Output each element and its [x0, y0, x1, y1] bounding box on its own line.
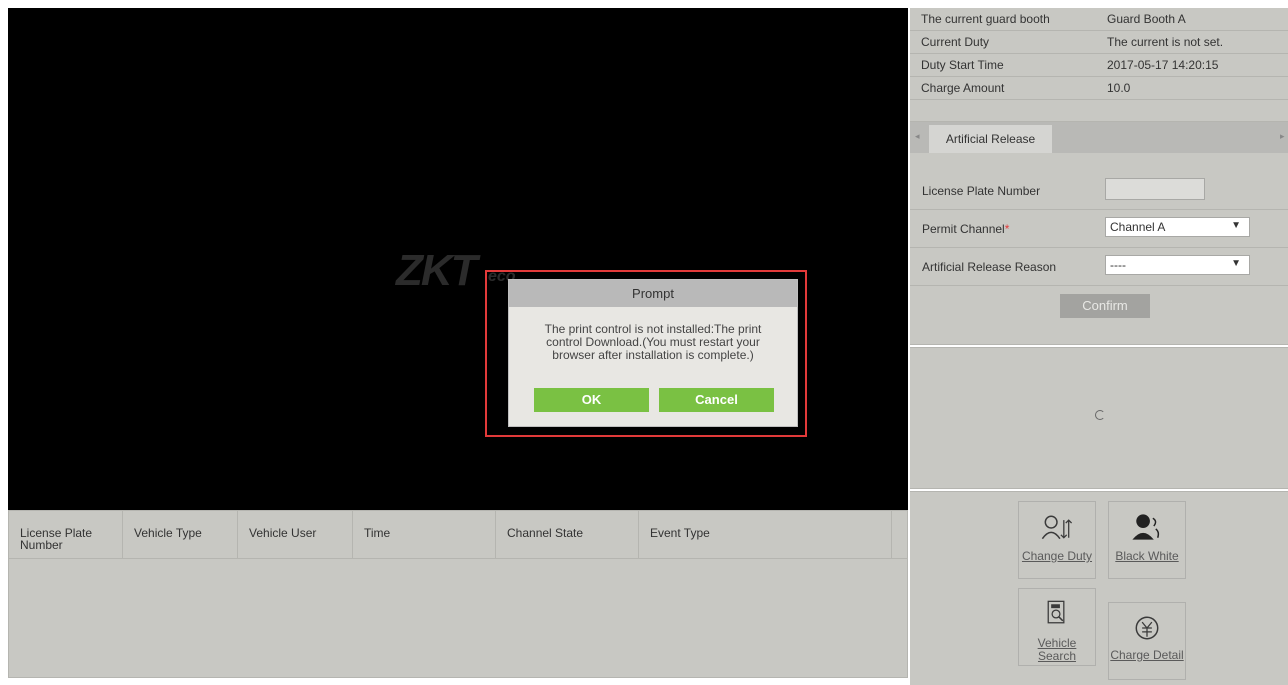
info-row-charge-amount: Charge Amount 10.0: [910, 77, 1288, 100]
info-value: The current is not set.: [1107, 35, 1224, 49]
release-reason-value: ----: [1110, 258, 1126, 272]
vehicle-search-icon: [1047, 600, 1065, 624]
cancel-button[interactable]: Cancel: [659, 388, 774, 412]
info-row-current-duty: Current Duty The current is not set.: [910, 31, 1288, 54]
dialog-message: The print control is not installed:The p…: [544, 322, 762, 362]
black-white-label[interactable]: Black White: [1109, 550, 1185, 563]
column-header-vehicle-type[interactable]: Vehicle Type: [123, 511, 238, 558]
black-white-tile[interactable]: Black White: [1108, 501, 1186, 579]
column-header-event-type[interactable]: Event Type: [639, 511, 892, 558]
info-value: Guard Booth A: [1107, 12, 1186, 26]
snapshot-preview-panel: [910, 347, 1288, 489]
permit-channel-label: Permit Channel*: [922, 222, 1009, 236]
chevron-down-icon: ▼: [1231, 220, 1241, 231]
loading-spinner-icon: [1095, 410, 1105, 420]
info-row-duty-start: Duty Start Time 2017-05-17 14:20:15: [910, 54, 1288, 77]
event-table: License Plate Number Vehicle Type Vehicl…: [8, 510, 908, 678]
confirm-button[interactable]: Confirm: [1060, 294, 1150, 318]
change-duty-icon: [1041, 515, 1073, 540]
info-label: Current Duty: [921, 35, 990, 49]
permit-channel-select[interactable]: Channel A ▼: [1105, 217, 1250, 237]
change-duty-label[interactable]: Change Duty: [1019, 550, 1095, 563]
tab-scroll-right-icon[interactable]: ▸: [1280, 131, 1285, 142]
tab-artificial-release[interactable]: Artificial Release: [929, 125, 1052, 153]
vehicle-search-tile[interactable]: Vehicle Search: [1018, 588, 1096, 666]
info-label: The current guard booth: [921, 12, 1050, 26]
change-duty-tile[interactable]: Change Duty: [1018, 501, 1096, 579]
action-panel: Change Duty Black White Vehicle Search C…: [910, 491, 1288, 685]
plate-number-label: License Plate Number: [922, 184, 1041, 198]
info-value: 2017-05-17 14:20:15: [1107, 58, 1219, 72]
plate-number-input[interactable]: [1105, 178, 1205, 200]
artificial-release-panel: ◂ Artificial Release ▸ License Plate Num…: [910, 121, 1288, 345]
info-value: 10.0: [1107, 81, 1131, 95]
info-row-guard-booth: The current guard booth Guard Booth A: [910, 8, 1288, 31]
permit-channel-row: Permit Channel* Channel A ▼: [910, 210, 1288, 248]
tab-scroll-left-icon[interactable]: ◂: [915, 131, 920, 142]
column-header-license-plate[interactable]: License Plate Number: [9, 511, 123, 558]
column-header-vehicle-user[interactable]: Vehicle User: [238, 511, 353, 558]
column-header-channel-state[interactable]: Channel State: [496, 511, 639, 558]
ok-button[interactable]: OK: [534, 388, 649, 412]
black-white-list-icon: [1132, 514, 1160, 540]
info-label: Charge Amount: [921, 81, 1005, 95]
table-header: License Plate Number Vehicle Type Vehicl…: [9, 511, 907, 559]
charge-detail-label[interactable]: Charge Detail: [1109, 649, 1185, 662]
dialog-title: Prompt: [509, 280, 797, 307]
release-reason-row: Artificial Release Reason ---- ▼: [910, 248, 1288, 286]
chevron-down-icon: ▼: [1231, 258, 1241, 269]
charge-detail-icon: [1135, 616, 1159, 640]
charge-detail-tile[interactable]: Charge Detail: [1108, 602, 1186, 680]
release-reason-label: Artificial Release Reason: [922, 260, 1057, 274]
permit-channel-value: Channel A: [1110, 220, 1166, 234]
tab-bar: ◂ Artificial Release ▸: [910, 122, 1288, 153]
guard-info-panel: The current guard booth Guard Booth A Cu…: [910, 8, 1288, 121]
column-header-time[interactable]: Time: [353, 511, 496, 558]
dialog-buttons: OK Cancel: [534, 388, 774, 412]
release-reason-select[interactable]: ---- ▼: [1105, 255, 1250, 275]
vehicle-search-label[interactable]: Vehicle Search: [1019, 637, 1095, 663]
logo-main-text: ZKT: [396, 246, 478, 295]
required-mark: *: [1004, 222, 1010, 236]
permit-channel-label-text: Permit Channel: [922, 222, 1005, 236]
prompt-dialog: Prompt The print control is not installe…: [508, 279, 798, 427]
info-label: Duty Start Time: [921, 58, 1004, 72]
plate-number-row: License Plate Number: [910, 172, 1288, 210]
